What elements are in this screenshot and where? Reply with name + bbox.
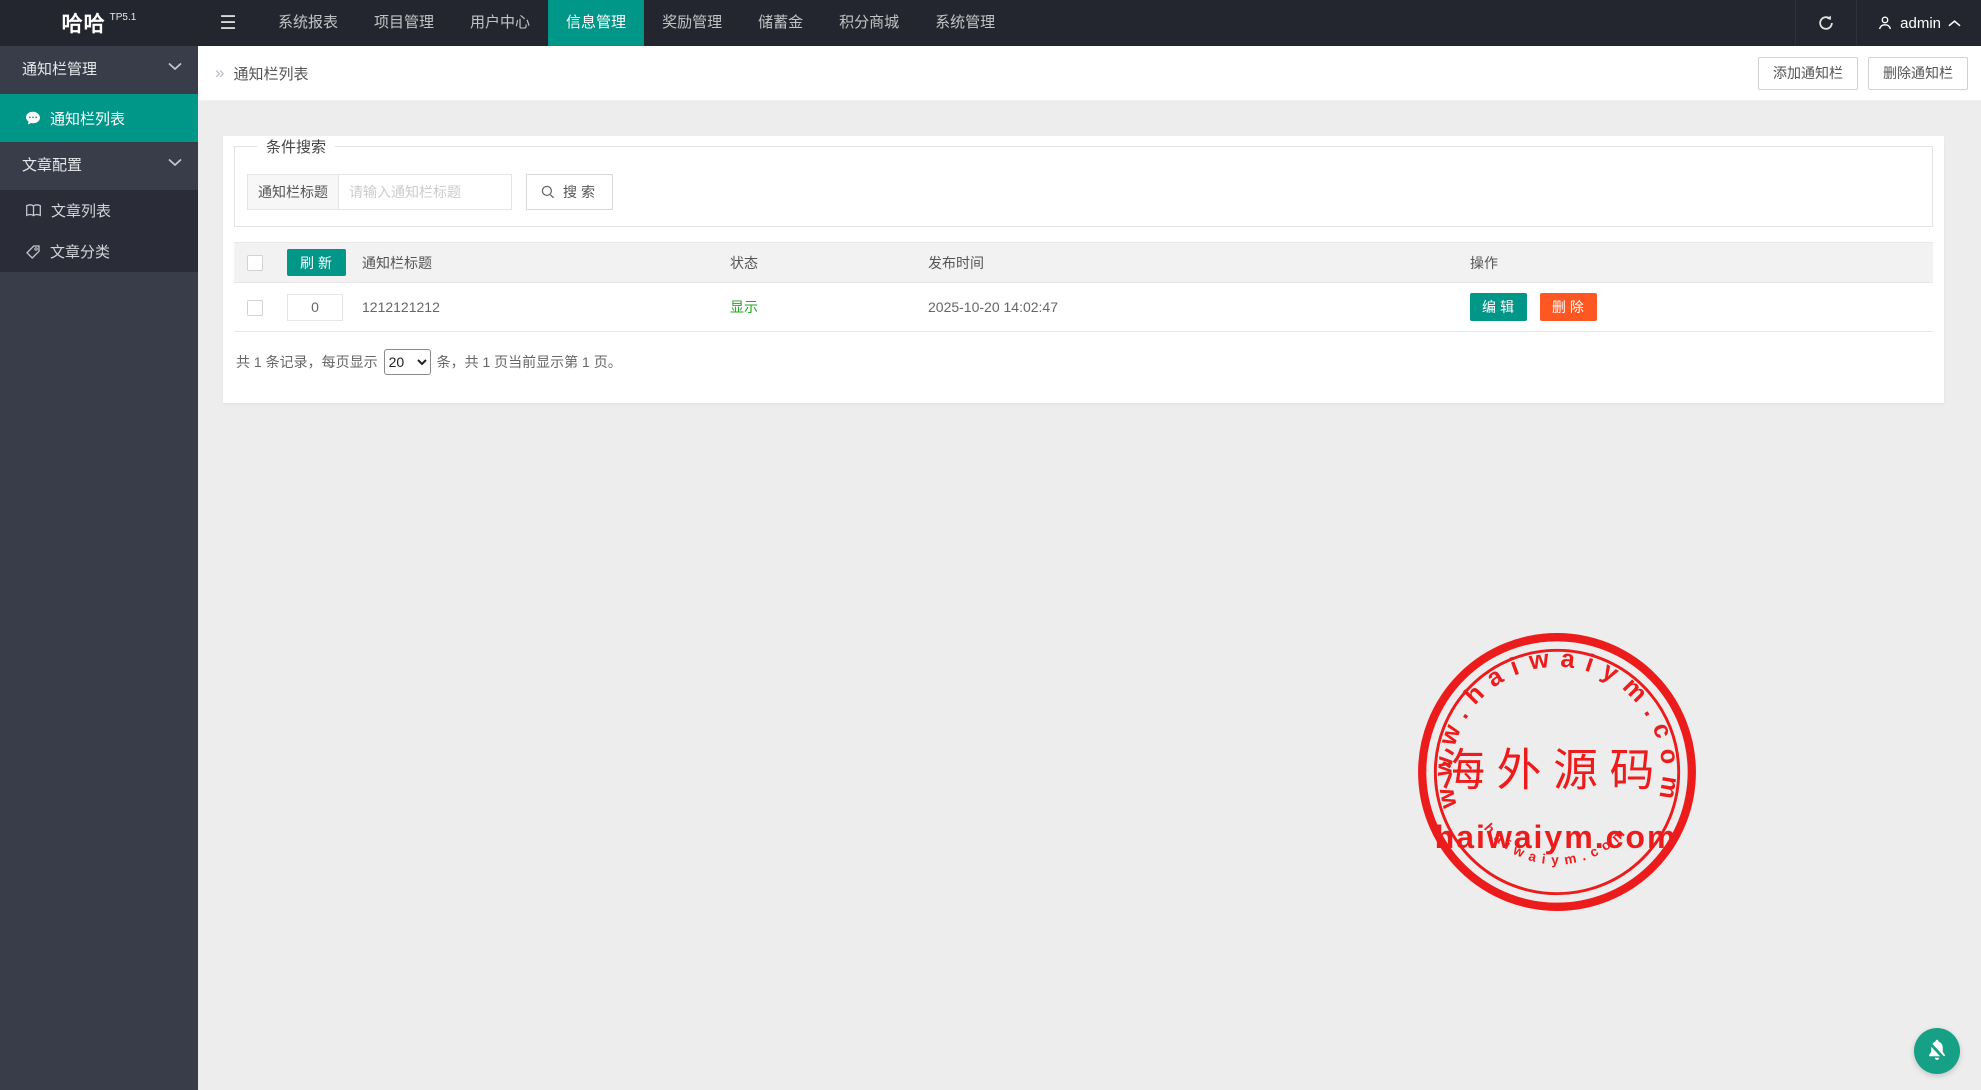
row-title: 1212121212 xyxy=(362,283,730,332)
main-area: » 通知栏列表 添加通知栏 删除通知栏 条件搜索 通知栏标题 xyxy=(198,46,1981,1090)
app-title: 哈哈 xyxy=(62,8,106,38)
table-header-row: 刷新 通知栏标题 状态 发布时间 操作 xyxy=(234,243,1933,283)
top-nav: 系统报表 项目管理 用户中心 信息管理 奖励管理 储蓄金 积分商城 系统管理 xyxy=(260,0,1013,46)
page-actions: 添加通知栏 删除通知栏 xyxy=(1758,57,1968,90)
nav-item-mall[interactable]: 积分商城 xyxy=(821,0,917,46)
tag-icon xyxy=(25,244,41,260)
sidebar: 通知栏管理 通知栏列表 文章配置 文章列表 xyxy=(0,46,198,1090)
nav-item-reports[interactable]: 系统报表 xyxy=(260,0,356,46)
search-button-label: 搜索 xyxy=(563,182,599,202)
row-status-toggle[interactable]: 显示 xyxy=(730,299,758,315)
delete-notice-button[interactable]: 删除通知栏 xyxy=(1868,57,1968,90)
search-panel-legend: 条件搜索 xyxy=(257,136,335,157)
delete-button[interactable]: 删除 xyxy=(1540,293,1597,321)
chevron-down-icon xyxy=(168,62,182,71)
sidebar-group-article[interactable]: 文章配置 xyxy=(0,142,198,190)
username: admin xyxy=(1900,15,1941,32)
app-version-badge: TP5.1 xyxy=(110,12,137,23)
topbar-right: admin xyxy=(1795,0,1981,46)
search-input[interactable] xyxy=(339,174,512,210)
content-area: 条件搜索 通知栏标题 搜索 xyxy=(198,101,1981,1090)
table-row: 1212121212 显示 2025-10-20 14:02:47 编辑 删除 xyxy=(234,283,1933,332)
search-panel: 条件搜索 通知栏标题 搜索 xyxy=(234,136,1933,227)
breadcrumb: » 通知栏列表 xyxy=(215,63,308,84)
user-icon xyxy=(1877,15,1893,31)
select-all-checkbox[interactable] xyxy=(247,255,263,271)
edit-button[interactable]: 编辑 xyxy=(1470,293,1527,321)
nav-item-info[interactable]: 信息管理 xyxy=(548,0,644,46)
search-icon xyxy=(540,184,556,200)
row-publish-time: 2025-10-20 14:02:47 xyxy=(928,283,1470,332)
per-page-select[interactable]: 20 xyxy=(384,349,431,375)
row-checkbox[interactable] xyxy=(247,300,263,316)
row-order-input[interactable] xyxy=(287,294,343,321)
sidebar-item-label: 通知栏列表 xyxy=(50,108,125,129)
topbar: 哈哈 TP5.1 ☰ 系统报表 项目管理 用户中心 信息管理 奖励管理 储蓄金 … xyxy=(0,0,1981,46)
notice-table: 刷新 通知栏标题 状态 发布时间 操作 1212121212 显示 xyxy=(234,242,1933,332)
sidebar-item-article-list[interactable]: 文章列表 xyxy=(0,190,198,231)
double-chevron-icon: » xyxy=(215,63,224,83)
app-logo: 哈哈 TP5.1 xyxy=(0,0,198,46)
sidebar-group-label: 文章配置 xyxy=(22,157,82,174)
refresh-icon xyxy=(1817,14,1835,32)
search-field-label: 通知栏标题 xyxy=(247,174,339,210)
sidebar-group-notice[interactable]: 通知栏管理 xyxy=(0,46,198,94)
notice-list-card: 条件搜索 通知栏标题 搜索 xyxy=(223,136,1944,403)
chevron-up-icon xyxy=(1948,19,1961,28)
search-button[interactable]: 搜索 xyxy=(526,174,613,210)
nav-item-projects[interactable]: 项目管理 xyxy=(356,0,452,46)
nav-item-system[interactable]: 系统管理 xyxy=(917,0,1013,46)
col-header-action: 操作 xyxy=(1470,243,1933,283)
add-notice-button[interactable]: 添加通知栏 xyxy=(1758,57,1858,90)
nav-item-savings[interactable]: 储蓄金 xyxy=(740,0,821,46)
sidebar-item-notice-list[interactable]: 通知栏列表 xyxy=(0,94,198,142)
breadcrumb-bar: » 通知栏列表 添加通知栏 删除通知栏 xyxy=(198,46,1981,101)
pagination-prefix: 共 1 条记录，每页显示 xyxy=(236,352,378,372)
sidebar-item-label: 文章列表 xyxy=(51,200,111,221)
user-menu[interactable]: admin xyxy=(1857,0,1981,46)
nav-item-rewards[interactable]: 奖励管理 xyxy=(644,0,740,46)
col-header-status: 状态 xyxy=(730,243,928,283)
collapse-sidebar-icon[interactable]: ☰ xyxy=(206,0,250,46)
bell-off-icon xyxy=(1924,1038,1950,1064)
col-header-time: 发布时间 xyxy=(928,243,1470,283)
book-icon xyxy=(25,203,42,218)
pagination: 共 1 条记录，每页显示 20 条，共 1 页当前显示第 1 页。 xyxy=(236,349,1933,403)
pagination-suffix: 条，共 1 页当前显示第 1 页。 xyxy=(437,352,622,372)
sidebar-group-label: 通知栏管理 xyxy=(22,61,97,78)
refresh-button[interactable] xyxy=(1795,0,1857,46)
refresh-list-button[interactable]: 刷新 xyxy=(287,249,346,276)
chevron-down-icon xyxy=(168,158,182,167)
sidebar-item-article-category[interactable]: 文章分类 xyxy=(0,231,198,272)
sidebar-item-label: 文章分类 xyxy=(50,241,110,262)
notification-fab[interactable] xyxy=(1914,1028,1960,1074)
chat-bubble-icon xyxy=(25,111,41,126)
nav-item-users[interactable]: 用户中心 xyxy=(452,0,548,46)
col-header-title: 通知栏标题 xyxy=(362,243,730,283)
page-title: 通知栏列表 xyxy=(233,63,308,84)
